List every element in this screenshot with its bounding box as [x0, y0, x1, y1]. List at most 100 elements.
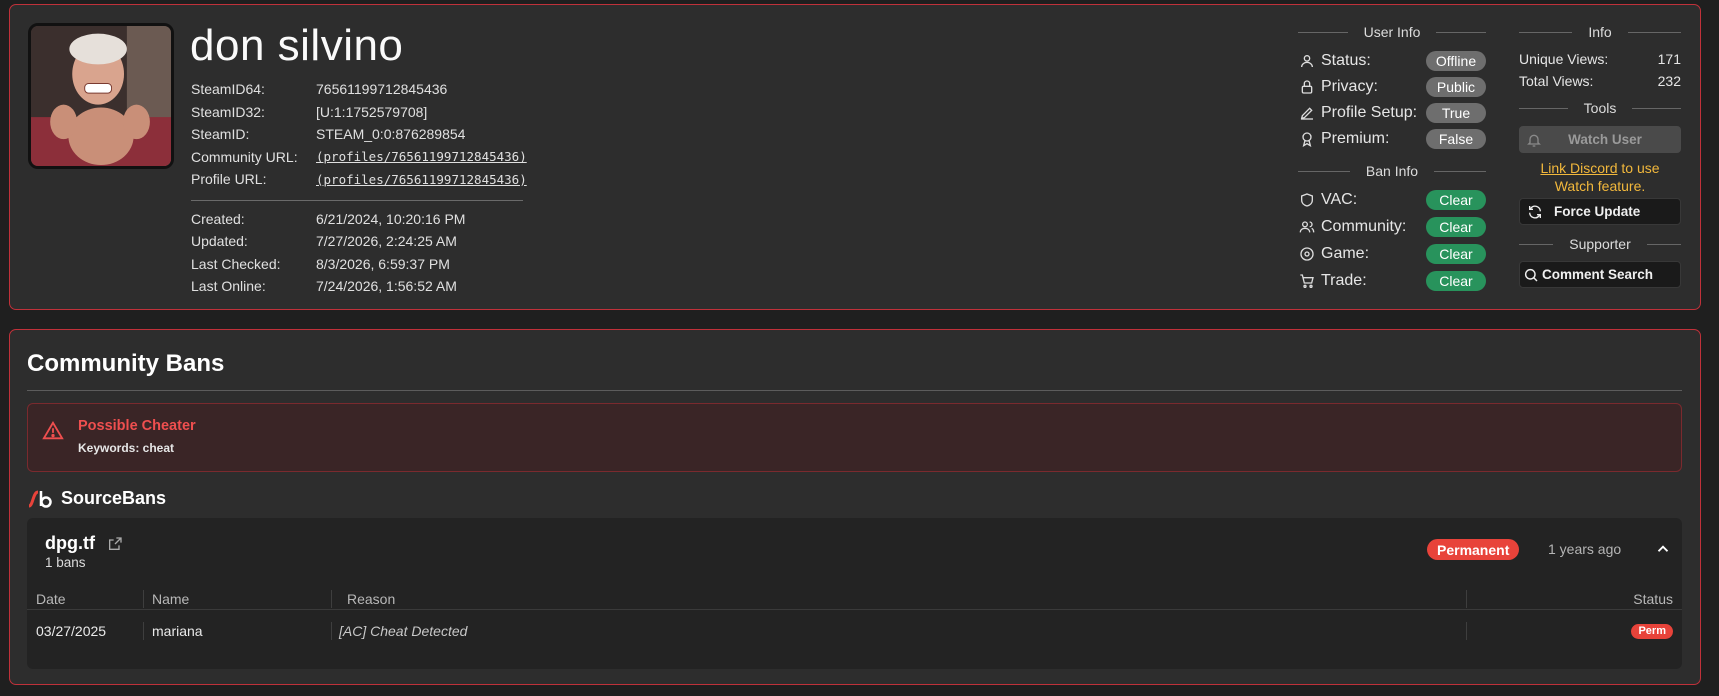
- info-title: Info: [1588, 24, 1612, 40]
- id-key: SteamID:: [191, 126, 250, 143]
- warning-icon: [42, 420, 64, 440]
- col-name[interactable]: Name: [152, 588, 189, 609]
- server-name-text: dpg.tf: [45, 533, 95, 553]
- id-table: SteamID64: 76561199712845436 SteamID32: …: [191, 78, 527, 298]
- game-badge: Clear: [1426, 244, 1486, 264]
- col-reason[interactable]: Reason: [347, 588, 395, 609]
- ban-info-header: Ban Info: [1298, 163, 1486, 179]
- created-value: 6/21/2024, 10:20:16 PM: [316, 210, 466, 227]
- total-views-row: Total Views: 232: [1519, 73, 1681, 89]
- vac-row: VAC: Clear: [1298, 189, 1486, 211]
- pencil-icon: [1298, 104, 1316, 122]
- last-online-row: Last Online: 7/24/2026, 1:56:52 AM: [191, 275, 527, 298]
- trade-label: Trade:: [1321, 272, 1367, 289]
- info-header: Info: [1519, 24, 1682, 40]
- user-info-title: User Info: [1363, 24, 1421, 40]
- community-label: Community:: [1321, 218, 1407, 235]
- privacy-row: Privacy: Public: [1298, 76, 1486, 98]
- premium-row: Premium: False: [1298, 128, 1486, 150]
- profile-url-link[interactable]: (profiles/76561199712845436): [316, 172, 527, 187]
- tools-header: Tools: [1519, 100, 1681, 116]
- date-key: Last Checked:: [191, 255, 281, 272]
- tools-title: Tools: [1583, 100, 1617, 116]
- user-info-header: User Info: [1298, 24, 1486, 40]
- privacy-badge: Public: [1426, 77, 1486, 97]
- search-icon: [1520, 267, 1542, 283]
- community-bans-title: Community Bans: [27, 350, 225, 377]
- last-checked-value: 8/3/2026, 6:59:37 PM: [316, 255, 450, 272]
- sourcebans-header: SourceBans: [27, 488, 166, 509]
- total-views-label: Total Views:: [1519, 73, 1594, 89]
- force-update-button[interactable]: Force Update: [1519, 198, 1681, 225]
- vac-badge: Clear: [1426, 190, 1486, 210]
- steamid-row: SteamID: STEAM_0:0:876289854: [191, 123, 527, 146]
- perm-tag: Perm: [1631, 623, 1673, 639]
- steamid32-row: SteamID32: [U:1:1752579708]: [191, 101, 527, 124]
- community-badge: Clear: [1426, 217, 1486, 237]
- community-bans-card: Community Bans Possible Cheater Keywords…: [9, 329, 1701, 685]
- id-key: Profile URL:: [191, 171, 267, 188]
- force-update-label: Force Update: [1554, 204, 1641, 219]
- trade-badge: Clear: [1426, 271, 1486, 291]
- updated-value: 7/27/2026, 2:24:25 AM: [316, 233, 457, 250]
- steamid32-value[interactable]: [U:1:1752579708]: [316, 104, 427, 120]
- external-link-icon[interactable]: [107, 536, 123, 552]
- username: don silvino: [190, 21, 404, 70]
- watch-user-button[interactable]: Watch User: [1519, 126, 1681, 153]
- award-icon: [1298, 130, 1316, 148]
- sourcebans-logo-icon: [28, 490, 52, 508]
- cart-icon: [1298, 272, 1316, 290]
- sourcebans-title: SourceBans: [61, 488, 167, 508]
- profile-url-row: Profile URL: (profiles/76561199712845436…: [191, 168, 527, 191]
- col-date[interactable]: Date: [36, 588, 66, 609]
- updated-row: Updated: 7/27/2026, 2:24:25 AM: [191, 230, 527, 253]
- community-row: Community: Clear: [1298, 216, 1486, 238]
- premium-label: Premium:: [1321, 130, 1390, 147]
- id-key: Community URL:: [191, 148, 298, 165]
- unique-views-value: 171: [1657, 51, 1681, 67]
- alert-keywords: Keywords: cheat: [78, 441, 175, 455]
- steamid-value[interactable]: STEAM_0:0:876289854: [316, 126, 465, 142]
- id-key: SteamID64:: [191, 81, 265, 98]
- created-row: Created: 6/21/2024, 10:20:16 PM: [191, 208, 527, 231]
- unique-views-row: Unique Views: 171: [1519, 51, 1681, 67]
- game-row: Game: Clear: [1298, 243, 1486, 265]
- row-date: 03/27/2025: [36, 623, 107, 639]
- profile-setup-row: Profile Setup: True: [1298, 102, 1486, 124]
- watch-user-label: Watch User: [1568, 132, 1642, 147]
- divider: [27, 390, 1682, 391]
- disc-icon: [1298, 245, 1316, 263]
- link-discord[interactable]: Link Discord: [1540, 160, 1617, 176]
- supporter-header: Supporter: [1519, 236, 1682, 252]
- comment-search-button[interactable]: Comment Search: [1519, 261, 1681, 288]
- ban-age: 1 years ago: [1548, 541, 1622, 557]
- date-key: Created:: [191, 210, 245, 227]
- community-url-link[interactable]: (profiles/76561199712845436): [316, 149, 527, 164]
- avatar-image: [31, 26, 171, 166]
- last-online-value: 7/24/2026, 1:56:52 AM: [316, 278, 457, 295]
- user-icon: [1298, 52, 1316, 70]
- alert-title: Possible Cheater: [78, 418, 196, 434]
- row-status: Perm: [1631, 618, 1673, 644]
- chevron-up-icon[interactable]: [1654, 540, 1672, 558]
- ban-info-title: Ban Info: [1365, 163, 1419, 179]
- steamid64-value[interactable]: 76561199712845436: [316, 81, 447, 97]
- ban-count: 1 bans: [45, 555, 86, 570]
- steamid64-row: SteamID64: 76561199712845436: [191, 78, 527, 101]
- divider: [191, 199, 523, 201]
- table-header: Date Name Reason Status: [27, 588, 1682, 610]
- table-row: 03/27/2025 mariana [AC] Cheat Detected P…: [27, 618, 1682, 644]
- status-row: Status: Offline: [1298, 50, 1486, 72]
- profile-setup-label: Profile Setup:: [1321, 104, 1418, 121]
- profile-card: don silvino SteamID64: 76561199712845436…: [9, 4, 1701, 310]
- col-status[interactable]: Status: [1633, 588, 1673, 609]
- bell-icon: [1519, 132, 1549, 148]
- permanent-badge: Permanent: [1427, 539, 1520, 560]
- game-label: Game:: [1321, 245, 1370, 262]
- possible-cheater-alert: Possible Cheater Keywords: cheat: [27, 403, 1682, 472]
- vac-label: VAC:: [1321, 191, 1358, 208]
- lock-icon: [1298, 78, 1316, 96]
- unique-views-label: Unique Views:: [1519, 51, 1609, 67]
- id-key: SteamID32:: [191, 103, 265, 120]
- community-url-row: Community URL: (profiles/765611997128454…: [191, 146, 527, 169]
